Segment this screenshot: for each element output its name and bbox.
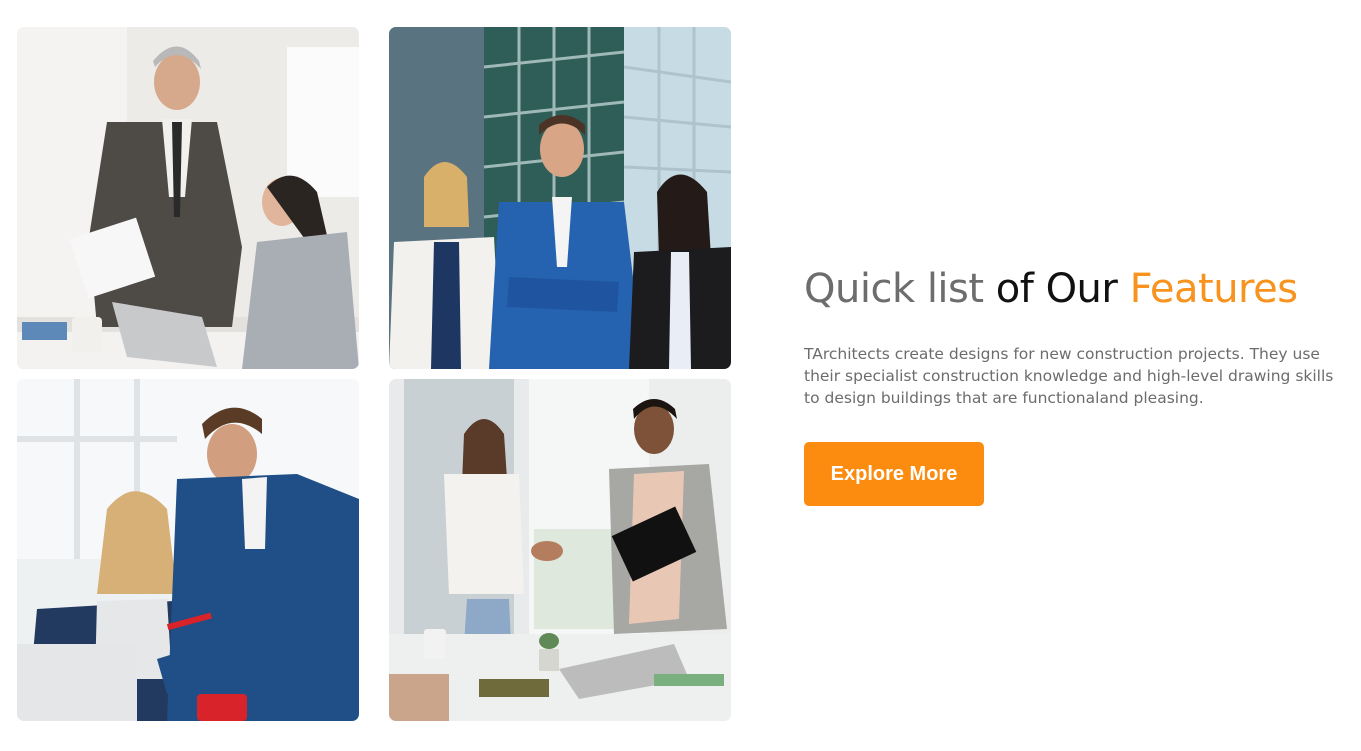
features-heading: Quick list of Our Features: [804, 262, 1349, 316]
features-section: Quick list of Our Features TArchitects c…: [804, 262, 1349, 506]
heading-part-quick-list: Quick list: [804, 266, 984, 312]
heading-part-of-our: of Our: [995, 266, 1118, 312]
photo-team-building-image: [389, 27, 731, 369]
photo-office-desk-image: [17, 27, 359, 369]
heading-part-features: Features: [1129, 266, 1299, 312]
features-description: TArchitects create designs for new const…: [804, 345, 1334, 407]
explore-more-button[interactable]: Explore More: [804, 442, 984, 506]
photo-laptop-collaboration: [17, 379, 359, 721]
photo-team-building: [389, 27, 731, 369]
photo-handshake-meeting: [389, 379, 731, 721]
photo-handshake-meeting-image: [389, 379, 731, 721]
image-gallery: [17, 27, 731, 721]
photo-laptop-collaboration-image: [17, 379, 359, 721]
photo-office-desk: [17, 27, 359, 369]
